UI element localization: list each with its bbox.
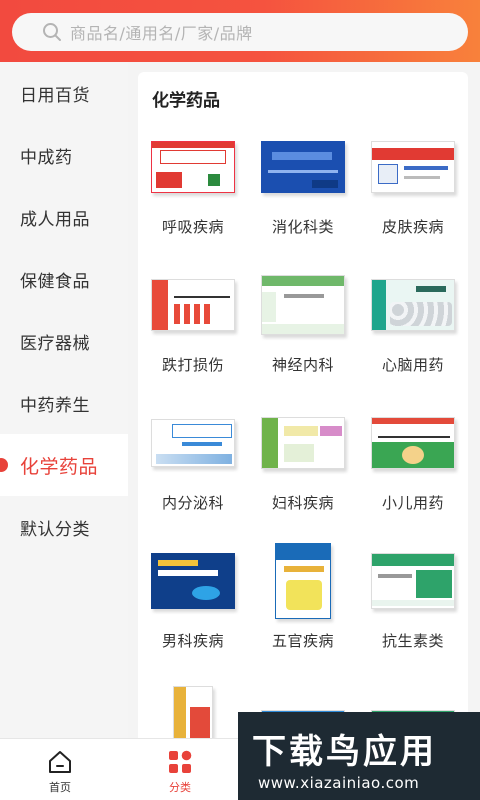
category-grid-icon [167,749,193,775]
sidebar-item-label: 默认分类 [20,519,90,540]
subcategory-label: 呼吸疾病 [161,218,224,236]
sidebar-item-daily-goods[interactable]: 日用百货 [0,62,128,124]
subcategory-andrology[interactable]: 男科疾病 [138,538,248,676]
sidebar-item-tcm-wellness[interactable]: 中药养生 [0,372,128,434]
category-sidebar: 日用百货 中成药 成人用品 保健食品 医疗器械 中药养生 化学药品 默认分类 [0,62,128,738]
subcategory-dermatology[interactable]: 皮肤疾病 [358,124,468,262]
category-content: 化学药品 呼吸疾病 消化科类 皮肤疾病 跌打损伤 神经内科 心脑用药 内分泌科 … [128,62,480,738]
active-indicator-dot [0,458,8,472]
sidebar-item-label: 中药养生 [20,395,90,416]
drug-box-icon [260,538,346,624]
drug-box-icon [370,124,456,210]
subcategory-label: 五官疾病 [271,632,334,650]
subcategory-label: 跌打损伤 [161,356,224,374]
subcategory-endocrinology[interactable]: 内分泌科 [138,400,248,538]
search-placeholder: 商品名/通用名/厂家/品牌 [70,24,253,43]
subcategory-label: 小儿用药 [381,494,444,512]
subcategory-label: 神经内科 [271,356,334,374]
search-icon [34,13,70,51]
subcategory-grid: 呼吸疾病 消化科类 皮肤疾病 跌打损伤 神经内科 心脑用药 内分泌科 妇科疾病 … [138,124,468,738]
subcategory-pediatrics[interactable]: 小儿用药 [358,400,468,538]
drug-box-icon [370,538,456,624]
sidebar-item-default-category[interactable]: 默认分类 [0,496,128,558]
tab-label: 分类 [169,781,191,794]
subcategory-label: 妇科疾病 [271,494,334,512]
tab-category[interactable]: 分类 [150,739,210,800]
subcategory-panel: 化学药品 呼吸疾病 消化科类 皮肤疾病 跌打损伤 神经内科 心脑用药 内分泌科 … [138,72,468,738]
drug-box-icon [260,124,346,210]
tab-label: 首页 [49,781,71,794]
sidebar-item-health-food[interactable]: 保健食品 [0,248,128,310]
sidebar-item-label: 化学药品 [20,455,99,478]
subcategory-label: 心脑用药 [381,356,444,374]
subcategory-label: 抗生素类 [381,632,444,650]
subcategory-trauma[interactable]: 跌打损伤 [138,262,248,400]
subcategory-cardio-cerebral[interactable]: 心脑用药 [358,262,468,400]
subcategory-label: 内分泌科 [161,494,224,512]
drug-box-icon [370,262,456,348]
watermark-logo: 下载鸟应用 www.xiazainiao.com [238,712,480,800]
sidebar-item-medical-devices[interactable]: 医疗器械 [0,310,128,372]
sidebar-item-label: 中成药 [20,147,73,168]
tab-home[interactable]: 首页 [30,739,90,800]
home-icon [47,749,73,775]
watermark-url: www.xiazainiao.com [258,774,420,792]
drug-box-icon [260,400,346,486]
sidebar-item-adult-products[interactable]: 成人用品 [0,186,128,248]
subcategory-neurology[interactable]: 神经内科 [248,262,358,400]
drug-box-icon [370,400,456,486]
sidebar-item-label: 保健食品 [20,271,90,292]
subcategory-digestive[interactable]: 消化科类 [248,124,358,262]
drug-box-icon [150,538,236,624]
subcategory-gynecology[interactable]: 妇科疾病 [248,400,358,538]
search-input[interactable]: 商品名/通用名/厂家/品牌 [12,13,468,51]
subcategory-label: 消化科类 [271,218,334,236]
watermark-title: 下载鸟应用 [252,732,437,772]
drug-box-icon [260,262,346,348]
subcategory-ent[interactable]: 五官疾病 [248,538,358,676]
sidebar-item-chemical-drugs[interactable]: 化学药品 [0,434,128,496]
drug-box-icon [150,676,236,738]
subcategory-antibiotics[interactable]: 抗生素类 [358,538,468,676]
panel-title: 化学药品 [152,91,220,111]
subcategory-respiratory[interactable]: 呼吸疾病 [138,124,248,262]
subcategory-label: 皮肤疾病 [381,218,444,236]
drug-box-icon [150,262,236,348]
sidebar-item-label: 医疗器械 [20,333,90,354]
drug-box-icon [150,124,236,210]
sidebar-item-label: 日用百货 [20,85,90,106]
subcategory-label: 男科疾病 [161,632,224,650]
sidebar-item-label: 成人用品 [20,209,90,230]
drug-box-icon [150,400,236,486]
header-bar: 商品名/通用名/厂家/品牌 [0,0,480,62]
subcategory-partial-1[interactable] [138,676,248,738]
sidebar-item-chinese-patent-medicine[interactable]: 中成药 [0,124,128,186]
